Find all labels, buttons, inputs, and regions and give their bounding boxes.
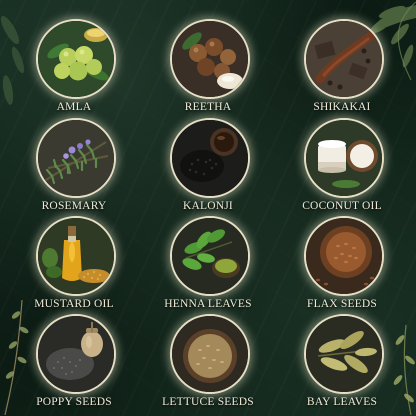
kalonji-icon: [170, 118, 250, 198]
ingredient-label: KALONJI: [183, 200, 233, 212]
ingredient-label: BAY LEAVES: [306, 396, 378, 408]
ingredient-label: MUSTARD OIL: [34, 298, 114, 310]
shikakai-icon: [304, 19, 384, 99]
ingredient-label: ROSEMARY: [41, 200, 107, 212]
rosemary-icon: [36, 118, 116, 198]
ingredient-tile-lettuce-seeds: LETTUCE SEEDS: [156, 314, 260, 410]
ingredient-tile-amla: AMLA: [22, 19, 126, 115]
coconut-oil-icon: [304, 118, 384, 198]
ingredient-label: POPPY SEEDS: [36, 396, 112, 408]
ingredient-label: SHIKAKAI: [313, 101, 371, 113]
reetha-icon: [170, 19, 250, 99]
henna-leaves-icon: [170, 216, 250, 296]
ingredient-tile-shikakai: SHIKAKAI: [290, 19, 394, 115]
ingredient-label: COCONUT OIL: [302, 200, 382, 212]
poppy-seeds-icon: [36, 314, 116, 394]
lettuce-seeds-icon: [170, 314, 250, 394]
ingredient-tile-coconut-oil: COCONUT OIL: [290, 118, 394, 214]
ingredient-tile-flax-seeds: FLAX SEEDS: [290, 216, 394, 312]
ingredient-label: HENNA LEAVES: [164, 298, 252, 310]
bay-leaves-icon: [304, 314, 384, 394]
ingredient-tile-mustard-oil: MUSTARD OIL: [22, 216, 126, 312]
mustard-oil-icon: [36, 216, 116, 296]
ingredient-tile-poppy-seeds: POPPY SEEDS: [22, 314, 126, 410]
ingredient-label: FLAX SEEDS: [306, 298, 378, 310]
ingredient-tile-reetha: REETHA: [156, 19, 260, 115]
ingredient-tile-bay-leaves: BAY LEAVES: [290, 314, 394, 410]
ingredient-tile-kalonji: KALONJI: [156, 118, 260, 214]
ingredient-label: REETHA: [184, 101, 232, 113]
ingredient-tile-henna-leaves: HENNA LEAVES: [156, 216, 260, 312]
ingredient-tile-rosemary: ROSEMARY: [22, 118, 126, 214]
flax-seeds-icon: [304, 216, 384, 296]
ingredient-label: LETTUCE SEEDS: [162, 396, 254, 408]
ingredient-label: AMLA: [56, 101, 92, 113]
ingredients-poster: AMLA REETHA SHIKAKAI ROSEMARY KALONJI CO…: [0, 0, 416, 416]
amla-icon: [36, 19, 116, 99]
